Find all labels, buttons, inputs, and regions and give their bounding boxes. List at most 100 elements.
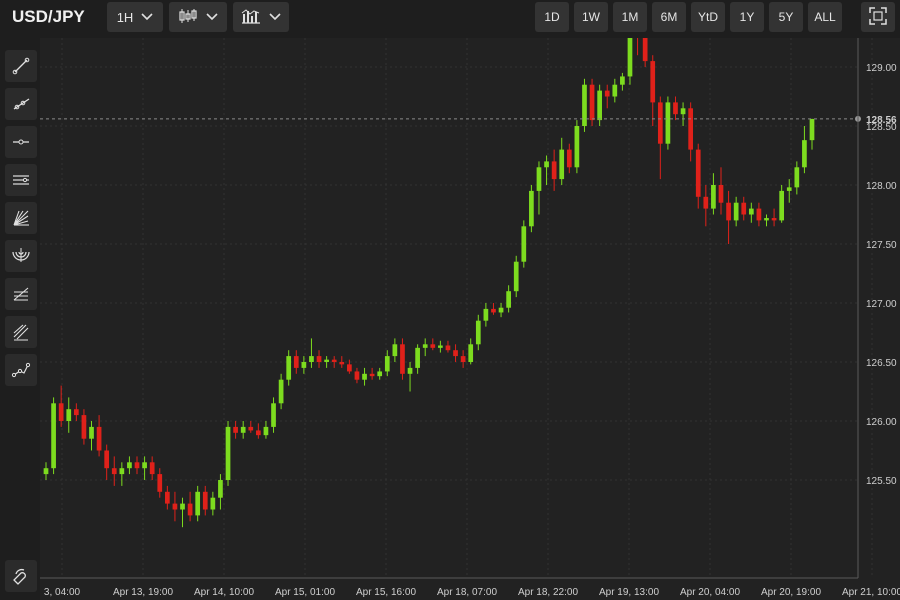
candle-body: [256, 430, 261, 436]
candle-body: [240, 426, 246, 433]
candle-body: [802, 140, 807, 168]
candle-body: [111, 468, 117, 475]
candle-body: [331, 359, 337, 362]
fullscreen-button[interactable]: [861, 2, 895, 32]
chevron-down-icon: [269, 13, 281, 21]
candle-body: [400, 344, 405, 374]
candle-body: [536, 167, 542, 191]
candle-body: [293, 356, 299, 368]
parallel-channel-tool[interactable]: [5, 164, 37, 196]
candle-body: [718, 185, 724, 203]
candle-body: [703, 196, 709, 209]
candle-body: [142, 462, 147, 469]
fib-arc-tool[interactable]: [5, 240, 37, 272]
x-tick-label: Apr 15, 16:00: [356, 587, 416, 598]
y-tick-label: 126.50: [866, 358, 897, 369]
candle-body: [695, 149, 701, 197]
bar-chart-icon: [241, 8, 261, 27]
y-tick-label: 129.00: [866, 63, 897, 74]
trend-line-tool[interactable]: [5, 50, 37, 82]
parallel-channel-icon: [11, 170, 31, 190]
candle-body: [809, 118, 815, 141]
candle-body: [620, 76, 625, 85]
candle-body: [81, 415, 87, 439]
candle-body: [157, 474, 163, 492]
candle-body: [362, 373, 367, 380]
range-1y-button[interactable]: 1Y: [730, 2, 764, 32]
candlestick-icon: [178, 8, 198, 27]
y-tick-label: 127.00: [866, 299, 897, 310]
candle-body: [589, 84, 595, 121]
ray-icon: [11, 94, 31, 114]
x-tick-label: Apr 21, 10:00: [842, 587, 900, 598]
y-tick-label: 126.00: [866, 417, 897, 428]
x-tick-label: 3, 04:00: [44, 587, 81, 598]
candle-body: [513, 261, 519, 292]
fib-arc-icon: [11, 246, 31, 266]
range-1d-button[interactable]: 1D: [535, 2, 569, 32]
range-1w-button[interactable]: 1W: [574, 2, 608, 32]
candle-body: [278, 379, 284, 404]
candle-body: [627, 38, 633, 77]
candle-body: [286, 356, 292, 380]
path-tool[interactable]: [5, 354, 37, 386]
price-chart[interactable]: 125.50 126.00 126.50 127.00 127.50 128.00 128.…: [40, 38, 900, 600]
fib-retracement-tool[interactable]: [5, 278, 37, 310]
x-tick-label: Apr 19, 13:00: [599, 587, 659, 598]
symbol-label: USD/JPY: [12, 7, 85, 26]
candle-body: [218, 480, 223, 498]
candle-body: [453, 350, 458, 357]
x-tick-label: Apr 18, 07:00: [437, 587, 497, 598]
last-price-label: 128.56: [866, 115, 897, 126]
candle-body: [779, 190, 785, 221]
candle-body: [498, 307, 504, 313]
candle-body: [309, 356, 314, 362]
candle-body: [164, 491, 170, 504]
candle-body: [771, 218, 777, 221]
candle-body: [392, 344, 398, 357]
y-axis: 125.50 126.00 126.50 127.00 127.50 128.00 128.…: [866, 63, 897, 487]
candle-body: [559, 149, 565, 180]
candle-body: [248, 426, 254, 431]
candle-body: [187, 503, 193, 516]
x-tick-label: Apr 14, 10:00: [194, 587, 254, 598]
horizontal-line-tool[interactable]: [5, 126, 37, 158]
candle-body: [756, 208, 762, 221]
ray-tool[interactable]: [5, 88, 37, 120]
candle-body: [491, 308, 496, 313]
x-tick-label: Apr 18, 22:00: [518, 587, 578, 598]
candle-body: [657, 102, 663, 144]
candle-body: [354, 371, 360, 380]
candle-body: [726, 202, 731, 221]
candle-body: [650, 61, 656, 103]
range-6m-button[interactable]: 6M: [652, 2, 686, 32]
candle-body: [149, 462, 155, 475]
range-1m-button[interactable]: 1M: [613, 2, 647, 32]
candle-body: [566, 149, 572, 168]
candle-body: [233, 426, 238, 433]
magnet-tool[interactable]: [5, 560, 37, 592]
fib-fan-tool[interactable]: [5, 202, 37, 234]
range-all-button[interactable]: ALL: [808, 2, 842, 32]
candle-body: [73, 409, 79, 416]
top-toolbar: USD/JPY 1H 1D 1W 1M 6M YtD 1Y 5Y ALL: [0, 0, 900, 38]
candle-body: [604, 90, 610, 97]
interval-dropdown[interactable]: 1H: [107, 2, 163, 32]
candle-body: [339, 362, 345, 365]
range-5y-button[interactable]: 5Y: [769, 2, 803, 32]
candle-body: [172, 503, 178, 510]
pitchfork-icon: [11, 322, 31, 342]
range-ytd-button[interactable]: YtD: [691, 2, 725, 32]
indicators-dropdown[interactable]: [233, 2, 289, 32]
candle-body: [460, 356, 466, 362]
candle-body: [263, 426, 269, 436]
chart-type-dropdown[interactable]: [169, 2, 227, 32]
candle-body: [89, 426, 94, 439]
y-tick-label: 125.50: [866, 476, 897, 487]
pitchfork-tool[interactable]: [5, 316, 37, 348]
candle-body: [733, 202, 739, 221]
candle-body: [597, 90, 602, 121]
candle-body: [134, 462, 140, 469]
candle-body: [680, 108, 686, 115]
candle-body: [741, 202, 747, 215]
